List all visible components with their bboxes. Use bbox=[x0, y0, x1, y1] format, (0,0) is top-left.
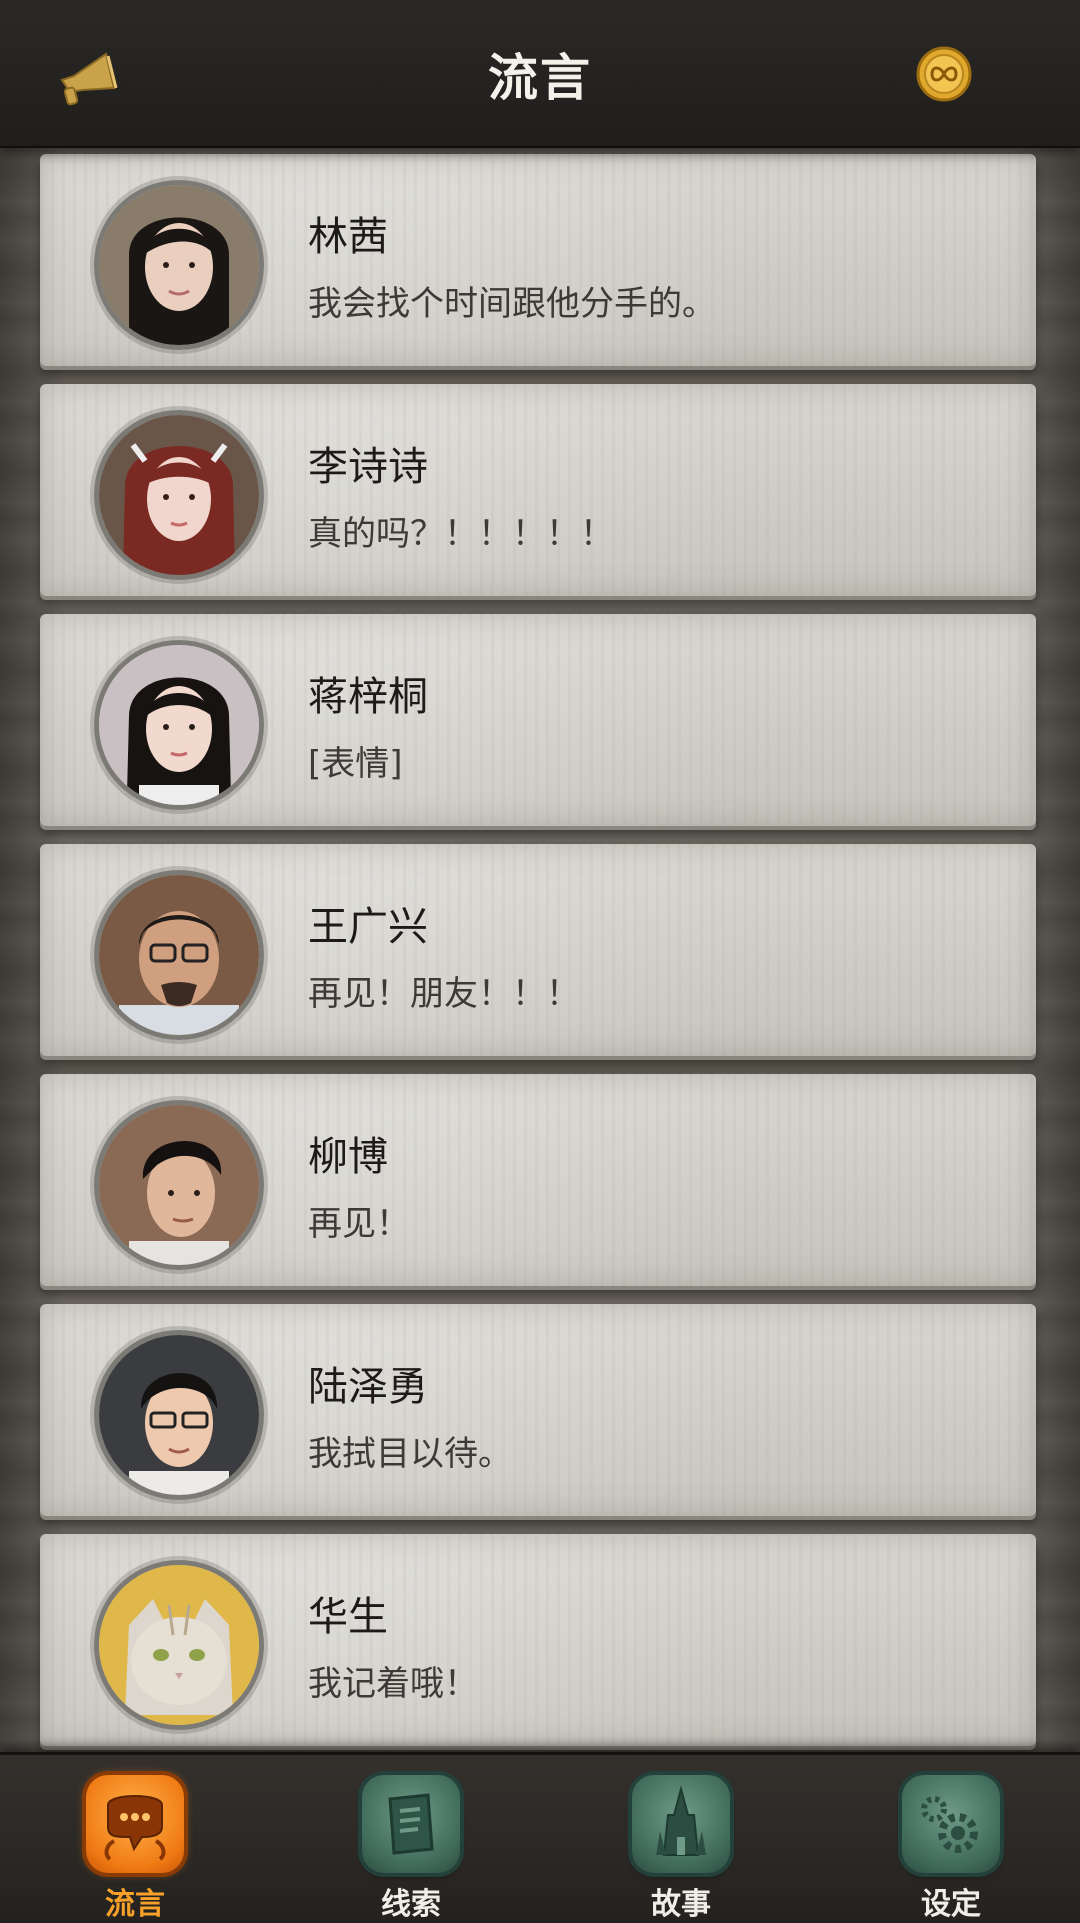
message-card[interactable]: 蒋梓桐 [表情] bbox=[40, 614, 1036, 826]
message-text: 我拭目以待。 bbox=[308, 1434, 512, 1474]
message-text: 我会找个时间跟他分手的。 bbox=[308, 284, 716, 324]
avatar bbox=[94, 180, 264, 350]
tab-clues[interactable]: 线索 bbox=[356, 1775, 466, 1922]
message-text: 我记着哦！ bbox=[308, 1664, 478, 1704]
message-text: 再见！朋友！！！ bbox=[308, 974, 580, 1014]
sender-name: 柳博 bbox=[308, 1134, 388, 1180]
avatar bbox=[94, 1330, 264, 1500]
message-text: 再见！ bbox=[308, 1204, 410, 1244]
coin-infinity-icon[interactable] bbox=[916, 46, 972, 102]
top-bar: 流言 bbox=[0, 0, 1080, 148]
message-card[interactable]: 李诗诗 真的吗？！！！！！ bbox=[40, 384, 1036, 596]
sender-name: 林茜 bbox=[308, 214, 388, 260]
message-text: [表情] bbox=[308, 744, 403, 784]
tab-rumors[interactable]: 流言 bbox=[80, 1775, 190, 1922]
sender-name: 华生 bbox=[308, 1594, 388, 1640]
sender-name: 蒋梓桐 bbox=[308, 674, 428, 720]
message-card[interactable]: 柳博 再见！ bbox=[40, 1074, 1036, 1286]
tab-story[interactable]: 故事 bbox=[626, 1775, 736, 1922]
scroll-icon bbox=[362, 1775, 460, 1873]
tab-settings[interactable]: 设定 bbox=[896, 1775, 1006, 1922]
tab-label: 设定 bbox=[921, 1887, 981, 1922]
castle-icon bbox=[632, 1775, 730, 1873]
message-card[interactable]: 林茜 我会找个时间跟他分手的。 bbox=[40, 154, 1036, 366]
avatar bbox=[94, 1100, 264, 1270]
gear-icon bbox=[902, 1775, 1000, 1873]
message-card[interactable]: 陆泽勇 我拭目以待。 bbox=[40, 1304, 1036, 1516]
sender-name: 李诗诗 bbox=[308, 444, 428, 490]
message-card[interactable]: 华生 我记着哦！ bbox=[40, 1534, 1036, 1746]
avatar bbox=[94, 1560, 264, 1730]
tab-label: 流言 bbox=[105, 1887, 165, 1922]
tab-label: 故事 bbox=[651, 1887, 711, 1922]
sender-name: 陆泽勇 bbox=[308, 1364, 428, 1410]
avatar bbox=[94, 640, 264, 810]
message-text: 真的吗？！！！！！ bbox=[308, 514, 614, 554]
message-card[interactable]: 王广兴 再见！朋友！！！ bbox=[40, 844, 1036, 1056]
chat-bubble-icon bbox=[86, 1775, 184, 1873]
bottom-nav: 流言 线索 故事 设定 bbox=[0, 1752, 1080, 1923]
sender-name: 王广兴 bbox=[308, 904, 428, 950]
tab-label: 线索 bbox=[381, 1887, 441, 1922]
avatar bbox=[94, 410, 264, 580]
avatar bbox=[94, 870, 264, 1040]
